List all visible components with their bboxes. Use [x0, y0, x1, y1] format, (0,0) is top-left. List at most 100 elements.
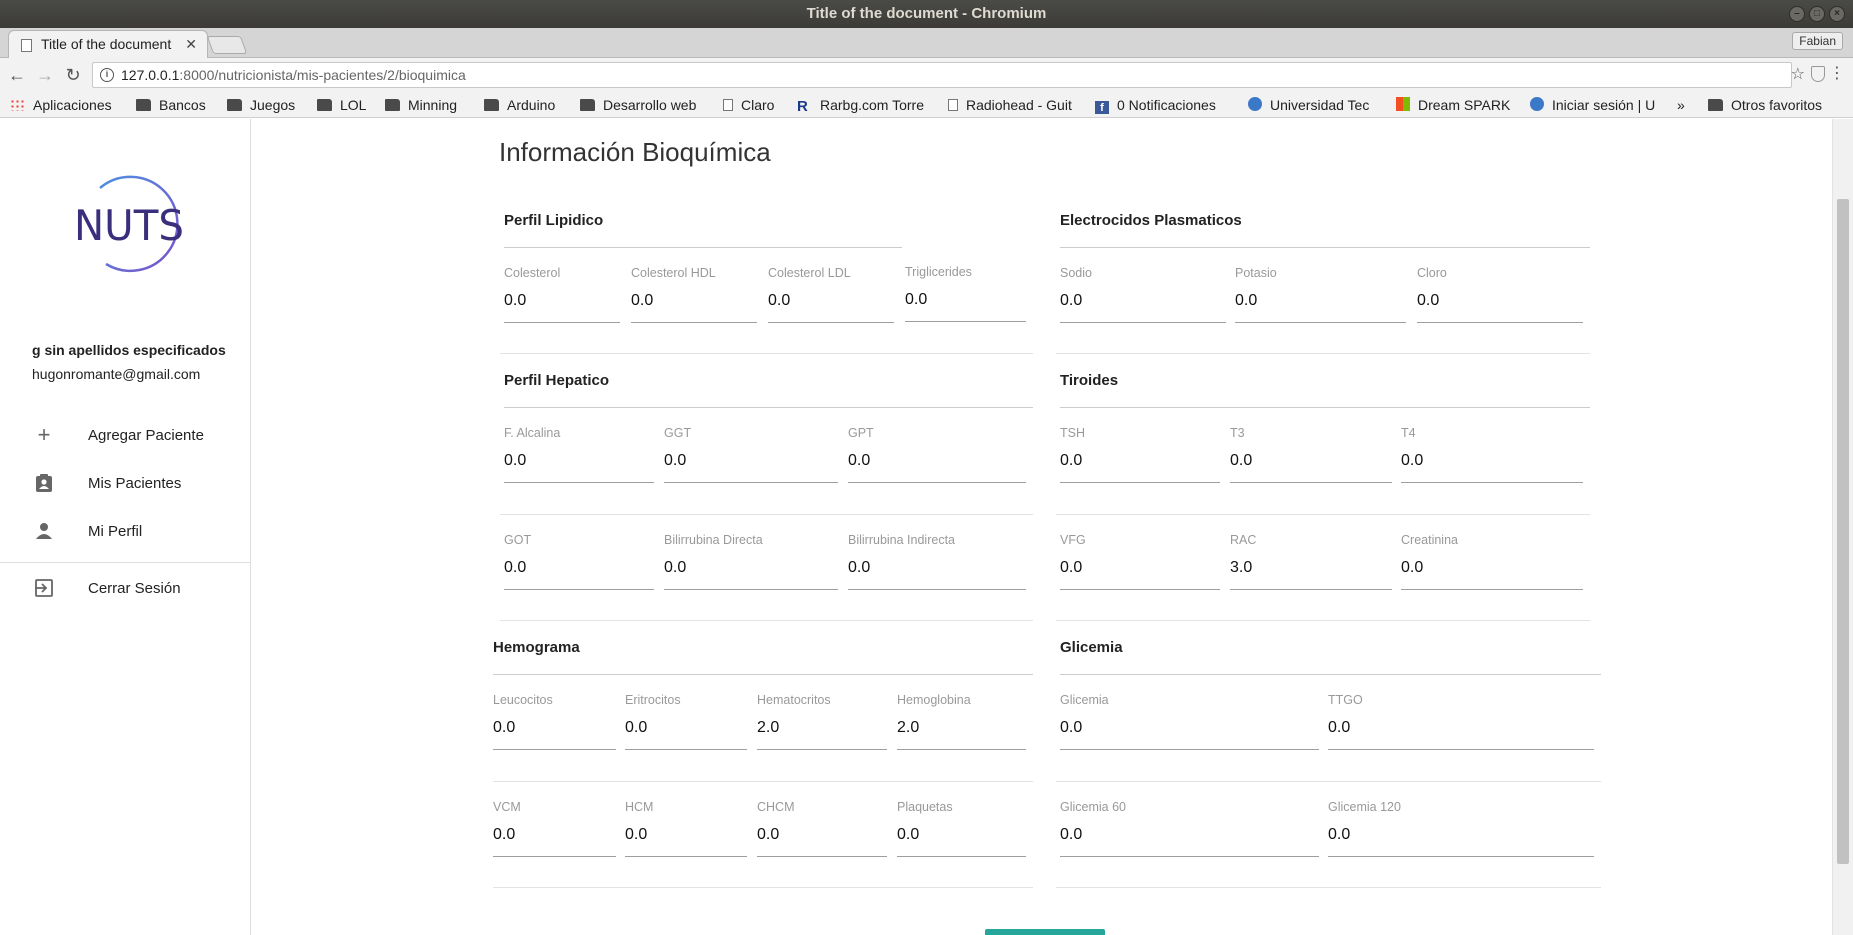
bookmark-item[interactable]: R Rarbg.com Torre — [797, 96, 934, 114]
field-label: Colesterol HDL — [631, 266, 716, 280]
bookmark-item[interactable]: Radiohead - Guit — [948, 96, 1084, 114]
bookmark-item[interactable]: Arduino — [484, 96, 574, 114]
field-value[interactable]: 0.0 — [848, 452, 870, 470]
bookmark-item[interactable]: Bancos — [136, 96, 216, 114]
field-value[interactable]: 0.0 — [897, 826, 919, 844]
bookmark-label: LOL — [340, 97, 367, 113]
info-icon[interactable]: i — [100, 68, 114, 82]
bookmark-star-icon[interactable]: ☆ — [1791, 64, 1805, 84]
field-label: F. Alcalina — [504, 426, 561, 440]
field-label: HCM — [625, 800, 654, 814]
field-label: T4 — [1401, 426, 1416, 440]
field-underline — [1230, 482, 1392, 483]
field-value[interactable]: 0.0 — [1401, 559, 1423, 577]
field-value[interactable]: 0.0 — [1235, 292, 1257, 310]
nav-agregar-paciente[interactable]: + Agregar Paciente — [0, 412, 250, 458]
bookmark-item[interactable]: Universidad Tec — [1248, 96, 1383, 114]
maximize-icon[interactable]: □ — [1809, 6, 1825, 22]
folder-icon — [484, 99, 499, 111]
field-underline — [848, 589, 1026, 590]
field-value[interactable]: 0.0 — [1060, 292, 1082, 310]
field-underline — [504, 589, 654, 590]
field-value[interactable]: 0.0 — [1060, 559, 1082, 577]
forward-icon[interactable]: → — [34, 64, 56, 86]
folder-icon — [136, 99, 151, 111]
bookmark-item[interactable]: f 0 Notificaciones — [1095, 96, 1240, 114]
bookmark-label: Radiohead - Guit — [966, 97, 1072, 113]
section-divider — [1060, 674, 1601, 675]
field-value[interactable]: 0.0 — [768, 292, 790, 310]
field-value[interactable]: 0.0 — [631, 292, 653, 310]
field-value[interactable]: 0.0 — [757, 826, 779, 844]
field-value[interactable]: 0.0 — [1328, 826, 1350, 844]
minimize-icon[interactable]: – — [1789, 6, 1805, 22]
field-value[interactable]: 0.0 — [493, 719, 515, 737]
bookmark-item[interactable]: Minning — [385, 96, 477, 114]
other-bookmarks-folder[interactable]: Otros favoritos — [1708, 96, 1848, 114]
bookmarks-more-button[interactable]: » — [1677, 96, 1693, 114]
back-icon[interactable]: ← — [6, 64, 28, 86]
bookmark-label: Universidad Tec — [1270, 97, 1370, 113]
bookmark-item[interactable]: LOL — [317, 96, 387, 114]
field-label: Bilirrubina Indirecta — [848, 533, 955, 547]
field-value[interactable]: 0.0 — [905, 291, 927, 309]
bookmark-item[interactable]: Desarrollo web — [580, 96, 710, 114]
browser-menu-icon[interactable]: ⋮ — [1829, 64, 1845, 84]
bookmark-item[interactable]: Juegos — [227, 96, 307, 114]
field-underline — [1060, 856, 1319, 857]
field-underline — [757, 749, 887, 750]
field-value[interactable]: 0.0 — [1417, 292, 1439, 310]
tab-title: Title of the document — [41, 36, 172, 52]
field-label: T3 — [1230, 426, 1245, 440]
field-underline — [625, 749, 747, 750]
field-value[interactable]: 0.0 — [1328, 719, 1350, 737]
nav-cerrar-sesion[interactable]: Cerrar Sesión — [0, 565, 250, 611]
page-title: Información Bioquímica — [499, 137, 771, 167]
bookmark-item[interactable]: Iniciar sesión | U — [1530, 96, 1675, 114]
field-value[interactable]: 0.0 — [504, 452, 526, 470]
address-bar[interactable]: i 127.0.0.1:8000/nutricionista/mis-pacie… — [92, 62, 1792, 88]
scrollbar-thumb[interactable] — [1837, 199, 1849, 864]
bookmark-item[interactable]: Claro — [723, 96, 785, 114]
sidebar: NUTS g sin apellidos especificados hugon… — [0, 119, 251, 935]
nav-mis-pacientes[interactable]: Mis Pacientes — [0, 460, 250, 506]
page-scrollbar[interactable] — [1832, 119, 1853, 935]
browser-tab[interactable]: Title of the document ✕ — [8, 30, 208, 58]
extension-shield-icon[interactable] — [1811, 66, 1825, 82]
field-value[interactable]: 3.0 — [1230, 559, 1252, 577]
field-value[interactable]: 0.0 — [625, 826, 647, 844]
field-value[interactable]: 0.0 — [1401, 452, 1423, 470]
field-value[interactable]: 2.0 — [897, 719, 919, 737]
close-window-icon[interactable]: × — [1829, 6, 1845, 22]
folder-icon — [580, 99, 595, 111]
profile-button[interactable]: Fabian — [1792, 32, 1843, 50]
field-value[interactable]: 0.0 — [1060, 719, 1082, 737]
field-underline — [1235, 322, 1406, 323]
field-value[interactable]: 0.0 — [848, 559, 870, 577]
bookmark-item[interactable]: Aplicaciones — [10, 96, 128, 114]
save-button[interactable] — [985, 929, 1105, 935]
new-tab-button[interactable] — [206, 36, 248, 54]
field-value[interactable]: 0.0 — [664, 452, 686, 470]
field-value[interactable]: 0.0 — [493, 826, 515, 844]
field-label: CHCM — [757, 800, 795, 814]
close-tab-icon[interactable]: ✕ — [185, 31, 197, 57]
field-underline — [1060, 322, 1226, 323]
field-value[interactable]: 0.0 — [1230, 452, 1252, 470]
field-value[interactable]: 0.0 — [504, 559, 526, 577]
field-value[interactable]: 2.0 — [757, 719, 779, 737]
field-value[interactable]: 0.0 — [664, 559, 686, 577]
field-value[interactable]: 0.0 — [1060, 826, 1082, 844]
reload-icon[interactable]: ↻ — [62, 64, 84, 86]
bookmark-label: Otros favoritos — [1731, 97, 1823, 113]
bookmark-item[interactable]: Dream SPARK — [1396, 96, 1521, 114]
field-value[interactable]: 0.0 — [1060, 452, 1082, 470]
bookmark-label: Aplicaciones — [33, 97, 112, 113]
bookmark-label: Rarbg.com Torre — [820, 97, 925, 113]
section-title-hemograma: Hemograma — [493, 639, 580, 656]
field-value[interactable]: 0.0 — [625, 719, 647, 737]
field-underline — [1230, 589, 1392, 590]
facebook-icon: f — [1095, 101, 1109, 114]
nav-mi-perfil[interactable]: Mi Perfil — [0, 508, 250, 554]
field-value[interactable]: 0.0 — [504, 292, 526, 310]
